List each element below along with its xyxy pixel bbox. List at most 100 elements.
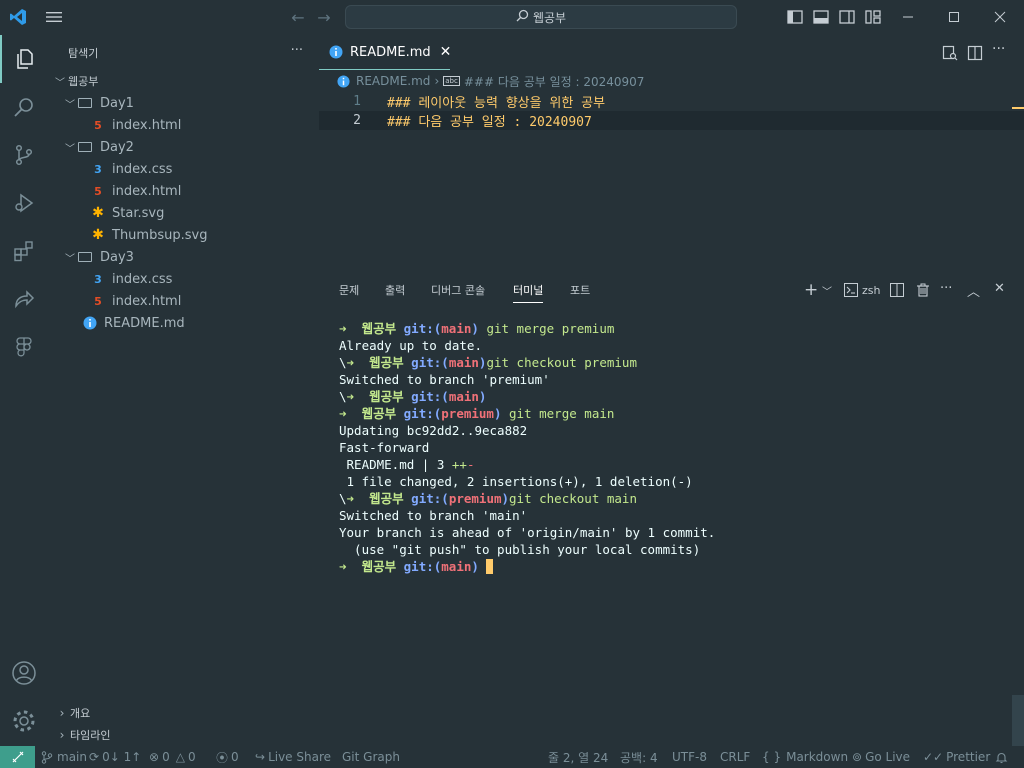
tab-readme[interactable]: README.md ✕ bbox=[319, 35, 452, 70]
close-window-button[interactable] bbox=[977, 5, 1023, 29]
tree-item-label: README.md bbox=[104, 315, 185, 331]
language-mode[interactable]: { } Markdown bbox=[762, 746, 848, 768]
minimize-button[interactable] bbox=[885, 5, 931, 29]
terminal-prefix: \ bbox=[339, 355, 347, 370]
prompt-git-close: ) bbox=[478, 389, 487, 404]
maximize-button[interactable] bbox=[931, 5, 977, 29]
explorer-icon[interactable] bbox=[0, 35, 48, 83]
prompt-dir: 웹공부 bbox=[369, 355, 404, 370]
tree-item-day1[interactable]: ﹀ Day1 bbox=[48, 92, 319, 114]
new-terminal-plus-icon[interactable]: + bbox=[804, 280, 818, 300]
cursor-position[interactable]: 줄 2, 열 24 bbox=[548, 746, 608, 768]
line-number: 2 bbox=[353, 113, 361, 128]
back-arrow-icon[interactable]: ← bbox=[288, 7, 308, 27]
sync-indicator[interactable]: ⟳ 0↓ 1↑ bbox=[89, 746, 141, 768]
command-center-search[interactable]: 웹공부 bbox=[345, 5, 737, 29]
source-control-icon[interactable] bbox=[0, 131, 48, 179]
go-live-status[interactable]: ⊚ Go Live bbox=[852, 746, 910, 768]
toggle-secondary-sidebar-icon[interactable] bbox=[838, 7, 856, 27]
terminal-line: Updating bc92dd2..9eca882 bbox=[339, 423, 528, 438]
tab-debug-console[interactable]: 디버그 콘솔 bbox=[431, 282, 485, 302]
shell-name: zsh bbox=[862, 283, 881, 297]
prompt-arrow-icon: ➜ bbox=[339, 406, 347, 421]
prettier-status[interactable]: ✓✓ Prettier bbox=[923, 746, 990, 768]
chevron-down-icon[interactable]: ﹀ bbox=[822, 283, 832, 298]
tree-item-file[interactable]: 5 index.html bbox=[48, 290, 319, 312]
trash-icon[interactable] bbox=[916, 283, 930, 301]
maximize-panel-chevron-up-icon[interactable]: ︿ bbox=[967, 281, 980, 300]
error-icon: ⊗ bbox=[149, 750, 160, 764]
git-branch-icon bbox=[41, 750, 53, 764]
remote-indicator-icon[interactable] bbox=[0, 746, 35, 768]
heading-text: 레이아웃 능력 향상을 위한 공부 bbox=[418, 96, 606, 111]
open-preview-icon[interactable] bbox=[942, 45, 958, 65]
tab-ports[interactable]: 포트 bbox=[570, 282, 590, 302]
tree-item-label: Day3 bbox=[100, 249, 134, 265]
breadcrumb-symbol[interactable]: ### 다음 공부 일정 : 20240907 bbox=[464, 73, 645, 90]
customize-layout-icon[interactable] bbox=[864, 7, 882, 27]
tree-item-file[interactable]: 3 index.css bbox=[48, 158, 319, 180]
tab-problems[interactable]: 문제 bbox=[339, 282, 359, 302]
warning-icon: △ bbox=[175, 750, 185, 764]
search-view-icon[interactable] bbox=[0, 83, 48, 131]
split-editor-icon[interactable] bbox=[967, 45, 983, 65]
close-panel-icon[interactable]: ✕ bbox=[994, 281, 1005, 296]
terminal-shell-selector[interactable]: zsh bbox=[844, 283, 880, 297]
figma-icon[interactable] bbox=[0, 323, 48, 371]
notifications-bell-icon[interactable] bbox=[995, 746, 1008, 768]
code-line-1[interactable]: 1 ### 레이아웃 능력 향상을 위한 공부 bbox=[319, 92, 1024, 111]
problems-indicator[interactable]: ⊗ 0 △ 0 bbox=[149, 746, 196, 768]
ports-count: 0 bbox=[231, 750, 239, 764]
split-terminal-icon[interactable] bbox=[890, 283, 904, 301]
code-text: ### 다음 공부 일정 : 20240907 bbox=[387, 111, 592, 130]
tree-item-file[interactable]: ✱ Star.svg bbox=[48, 202, 319, 224]
git-graph-status[interactable]: Git Graph bbox=[342, 746, 400, 768]
tree-root-folder[interactable]: ﹀ 웹공부 bbox=[48, 70, 319, 92]
ports-indicator[interactable]: ⦿ 0 bbox=[216, 746, 239, 768]
tree-item-label: Star.svg bbox=[112, 205, 165, 221]
close-tab-icon[interactable]: ✕ bbox=[440, 44, 452, 60]
account-icon[interactable] bbox=[0, 649, 48, 697]
more-actions-icon[interactable]: ··· bbox=[291, 43, 303, 58]
tab-output[interactable]: 출력 bbox=[385, 282, 405, 302]
outline-section[interactable]: › 개요 bbox=[48, 702, 319, 724]
timeline-section[interactable]: › 타임라인 bbox=[48, 724, 319, 746]
diffstat-plus: ++ bbox=[451, 457, 467, 472]
prompt-arrow-icon: ➜ bbox=[346, 355, 355, 370]
info-file-icon bbox=[337, 74, 350, 88]
terminal-scrollbar[interactable] bbox=[1012, 695, 1024, 746]
tree-item-file[interactable]: 3 index.css bbox=[48, 268, 319, 290]
tab-terminal[interactable]: 터미널 bbox=[513, 282, 544, 303]
folder-open-icon bbox=[78, 142, 92, 152]
more-actions-icon[interactable]: ··· bbox=[940, 281, 952, 296]
tree-item-file[interactable]: 5 index.html bbox=[48, 180, 319, 202]
tree-item-file[interactable]: ✱ Thumbsup.svg bbox=[48, 224, 319, 246]
html-file-icon: 5 bbox=[94, 184, 102, 198]
menu-icon[interactable] bbox=[44, 7, 64, 27]
indentation[interactable]: 공백: 4 bbox=[620, 746, 658, 768]
tree-item-file[interactable]: 5 index.html bbox=[48, 114, 319, 136]
end-of-line[interactable]: CRLF bbox=[720, 746, 750, 768]
live-share-status[interactable]: ↪ Live Share bbox=[255, 746, 331, 768]
tree-item-label: Day2 bbox=[100, 139, 134, 155]
code-line-2[interactable]: 2 ### 다음 공부 일정 : 20240907 bbox=[319, 111, 1024, 130]
braces-icon: { } bbox=[762, 750, 782, 764]
tree-item-file[interactable]: README.md bbox=[48, 312, 319, 334]
live-share-icon[interactable] bbox=[0, 275, 48, 323]
terminal-output[interactable]: ➜ 웹공부 git:(main) git merge premium Alread… bbox=[339, 320, 715, 575]
branch-indicator[interactable]: main bbox=[41, 746, 87, 768]
toggle-panel-icon[interactable] bbox=[812, 7, 830, 27]
activity-bar bbox=[0, 35, 48, 746]
live-share-icon: ↪ bbox=[255, 750, 266, 764]
encoding[interactable]: UTF-8 bbox=[672, 746, 707, 768]
settings-gear-icon[interactable] bbox=[0, 697, 48, 745]
tree-item-day3[interactable]: ﹀ Day3 bbox=[48, 246, 319, 268]
extensions-icon[interactable] bbox=[0, 227, 48, 275]
forward-arrow-icon[interactable]: → bbox=[314, 7, 334, 27]
tree-item-day2[interactable]: ﹀ Day2 bbox=[48, 136, 319, 158]
run-debug-icon[interactable] bbox=[0, 179, 48, 227]
editor-more-actions-icon[interactable]: ··· bbox=[992, 41, 1005, 57]
terminal-line: Switched to branch 'premium' bbox=[339, 372, 550, 387]
breadcrumb-file[interactable]: README.md bbox=[356, 74, 430, 88]
toggle-primary-sidebar-icon[interactable] bbox=[786, 7, 804, 27]
